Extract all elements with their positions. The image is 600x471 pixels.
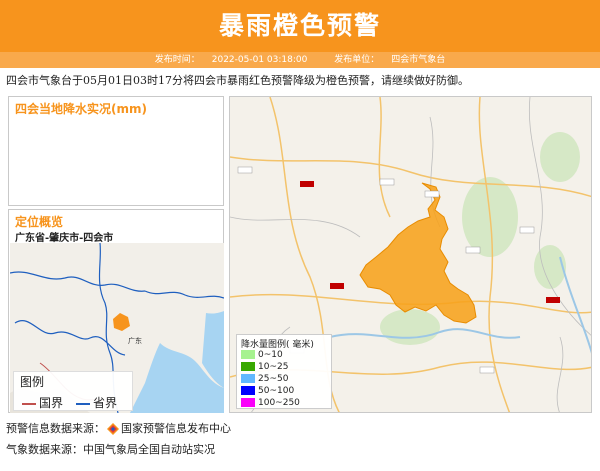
- rain-panel-title: 四会当地降水实况(mm): [15, 102, 147, 116]
- warning-center-logo-icon: [107, 423, 119, 435]
- warning-area-map[interactable]: 降水量图例( 毫米) 0~10 10~25 25~50 50~100 100~2…: [229, 96, 592, 413]
- map-legend-title: 图例: [20, 375, 45, 389]
- legend-item-national-border: 国界: [22, 394, 63, 411]
- rain-legend-label: 50~100: [258, 386, 295, 396]
- rainfall-legend: 降水量图例( 毫米) 0~10 10~25 25~50 50~100 100~2…: [236, 334, 332, 409]
- rainfall-legend-title: 降水量图例( 毫米): [241, 340, 314, 350]
- warning-header: 暴雨橙色预警: [0, 0, 600, 52]
- rain-legend-item-50-100: 50~100: [241, 386, 294, 397]
- location-path: 广东省-肇庆市-四会市: [15, 233, 114, 244]
- swatch-10-25: [241, 362, 255, 371]
- publish-time-label: 发布时间：: [154, 55, 200, 65]
- rain-legend-label: 25~50: [258, 374, 289, 384]
- weather-source-label: 气象数据来源：: [6, 443, 83, 456]
- rain-legend-label: 100~250: [258, 398, 300, 408]
- warning-source-value: 国家预警信息发布中心: [121, 422, 231, 435]
- warning-source-line: 预警信息数据来源： 国家预警信息发布中心: [6, 420, 231, 436]
- rain-legend-label: 0~10: [258, 350, 283, 360]
- overview-mini-map[interactable]: 广东 图例 国界 省界: [10, 243, 224, 413]
- province-border-label: 省界: [93, 396, 118, 410]
- page-title: 暴雨橙色预警: [218, 11, 381, 40]
- swatch-0-10: [241, 350, 255, 359]
- rain-legend-item-10-25: 10~25: [241, 362, 288, 373]
- national-border-line-icon: [22, 402, 36, 405]
- publish-time: 发布时间： 2022-05-01 03:18:00: [149, 55, 314, 65]
- rain-legend-item-100-250: 100~250: [241, 398, 300, 409]
- location-overview-panel: 定位概览 广东省-肇庆市-四会市 广东 图例 国界 省界: [8, 209, 224, 413]
- publisher: 发布单位： 四会市气象台: [328, 55, 451, 65]
- national-border-label: 国界: [39, 396, 64, 410]
- map-legend: 图例 国界 省界: [13, 371, 133, 411]
- rain-legend-label: 10~25: [258, 362, 289, 372]
- warning-description: 四会市气象台于05月01日03时17分将四会市暴雨红色预警降级为橙色预警，请继续…: [6, 74, 469, 87]
- publisher-label: 发布单位：: [334, 55, 380, 65]
- swatch-50-100: [241, 386, 255, 395]
- weather-source-value: 中国气象局全国自动站实况: [83, 443, 215, 456]
- legend-item-province-border: 省界: [76, 394, 117, 411]
- swatch-100-250: [241, 398, 255, 407]
- rain-observation-panel: 四会当地降水实况(mm): [8, 96, 224, 206]
- mini-map-city-label: 广东: [128, 336, 142, 345]
- publish-time-value: 2022-05-01 03:18:00: [211, 55, 308, 65]
- warning-source-label: 预警信息数据来源：: [6, 422, 105, 435]
- weather-source-line: 气象数据来源：中国气象局全国自动站实况: [6, 441, 215, 457]
- publisher-value: 四会市气象台: [391, 55, 446, 65]
- swatch-25-50: [241, 374, 255, 383]
- province-border-line-icon: [76, 402, 90, 405]
- rain-legend-item-25-50: 25~50: [241, 374, 288, 385]
- rain-legend-item-0-10: 0~10: [241, 350, 283, 361]
- location-panel-title: 定位概览: [15, 215, 64, 229]
- publish-info-bar: 发布时间： 2022-05-01 03:18:00 发布单位： 四会市气象台: [0, 52, 600, 68]
